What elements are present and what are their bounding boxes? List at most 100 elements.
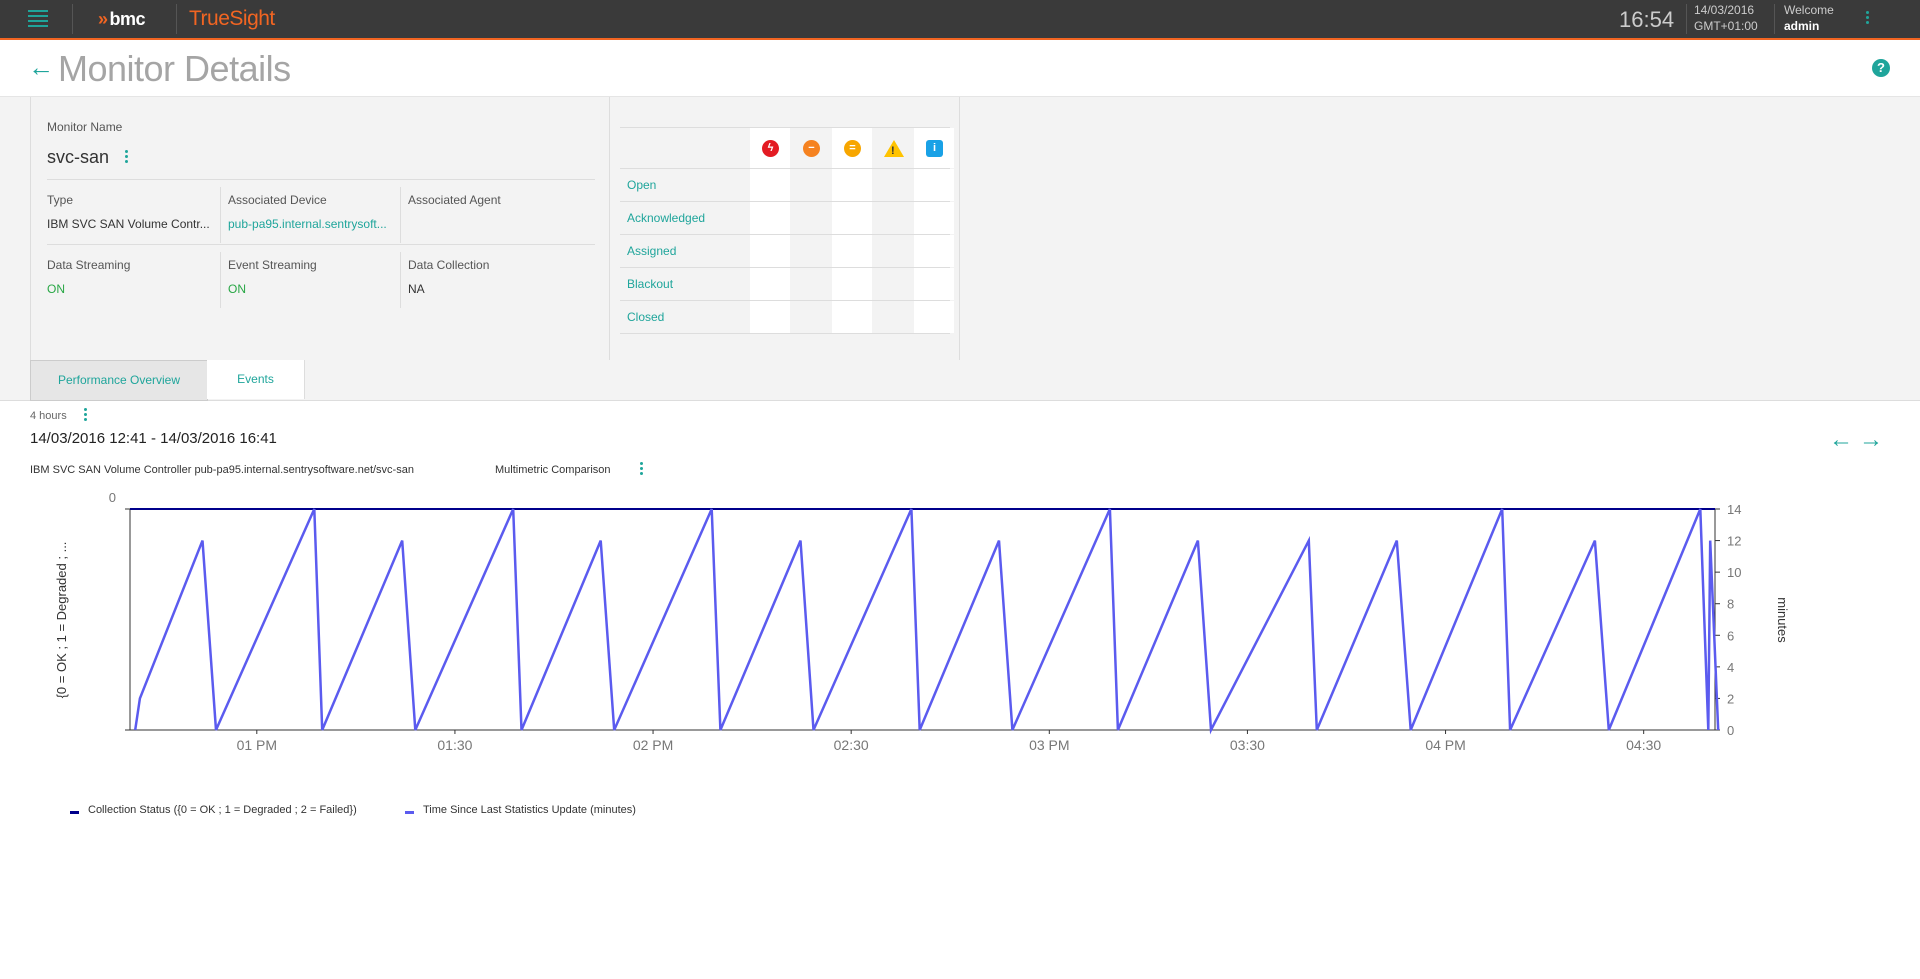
warning-icon: ! (884, 140, 904, 157)
product-name: TrueSight (189, 7, 275, 30)
divider (72, 4, 73, 34)
divider (400, 187, 401, 243)
tab-events[interactable]: Events (207, 360, 305, 399)
monitor-summary: Monitor Name svc-san Type IBM SVC SAN Vo… (0, 97, 1920, 361)
event-summary-table: ϟ − =! i Open Acknowledged Assigned Blackout Clo… (620, 127, 954, 334)
data-collection-status: NA (408, 282, 425, 296)
x-tick-label: 04:30 (1626, 737, 1661, 753)
back-arrow-icon[interactable]: ← (28, 54, 54, 80)
arrow-left-icon[interactable]: ← (1826, 428, 1856, 456)
event-streaming-field: Event Streaming ON (228, 258, 398, 318)
event-count-cell[interactable] (873, 202, 913, 234)
user-menu-kebab-icon[interactable] (1866, 11, 1870, 26)
x-tick-label: 03 PM (1029, 737, 1069, 753)
event-streaming-label: Event Streaming (228, 258, 317, 272)
date-timezone: 14/03/2016 GMT+01:00 (1694, 2, 1758, 34)
x-tick-label: 01:30 (437, 737, 472, 753)
event-row-label[interactable]: Blackout (627, 277, 673, 291)
divider (176, 4, 177, 34)
chart-source: IBM SVC SAN Volume Controller pub-pa95.i… (30, 464, 414, 476)
performance-chart: 0 {0 = OK ; 1 = Degraded ; ... 0 2 4 6 8 10 12 14… (54, 490, 1790, 753)
event-count-cell[interactable] (832, 202, 872, 234)
device-label: Associated Device (228, 193, 327, 207)
legend-label: Collection Status ({0 = OK ; 1 = Degrade… (88, 804, 357, 816)
hamburger-icon[interactable] (28, 10, 48, 28)
event-count-cell[interactable] (750, 169, 790, 201)
right-tick-label: 12 (1727, 534, 1741, 549)
event-row-label[interactable]: Acknowledged (627, 211, 705, 225)
severity-column: i (914, 128, 954, 168)
event-count-cell[interactable] (750, 235, 790, 267)
data-streaming-status: ON (47, 282, 65, 296)
current-date: 14/03/2016 (1694, 3, 1755, 17)
right-tick-label: 14 (1727, 502, 1741, 517)
right-tick-label: 10 (1727, 565, 1741, 580)
right-tick-label: 2 (1727, 691, 1734, 706)
event-count-cell[interactable] (914, 235, 954, 267)
device-link[interactable]: pub-pa95.internal.sentrysoft... (228, 217, 387, 231)
monitor-name-label: Monitor Name (47, 120, 123, 134)
event-count-cell[interactable] (873, 268, 913, 300)
event-count-cell[interactable] (873, 235, 913, 267)
event-row-blackout: Blackout (620, 267, 954, 300)
event-count-cell[interactable] (832, 301, 872, 333)
event-count-cell[interactable] (914, 268, 954, 300)
event-row-label[interactable]: Closed (627, 310, 664, 324)
user-info: Welcome admin (1784, 2, 1834, 34)
event-count-cell[interactable] (873, 301, 913, 333)
arrow-right-icon[interactable]: → (1856, 428, 1886, 456)
event-count-cell[interactable] (914, 202, 954, 234)
event-count-cell[interactable] (791, 202, 831, 234)
left-axis-title: {0 = OK ; 1 = Degraded ; ... (54, 542, 69, 699)
username: admin (1784, 19, 1820, 33)
event-count-cell[interactable] (791, 268, 831, 300)
monitor-name: svc-san (47, 147, 110, 167)
chart-mode-kebab-icon[interactable] (640, 462, 644, 477)
legend-swatch (70, 810, 79, 814)
legend-item-time-since-update[interactable]: Time Since Last Statistics Update (minut… (405, 804, 636, 816)
data-streaming-field: Data Streaming ON (47, 258, 217, 318)
time-range-label[interactable]: 4 hours (30, 410, 67, 422)
time-range-kebab-icon[interactable] (84, 408, 88, 423)
event-count-cell[interactable] (873, 169, 913, 201)
divider (620, 333, 950, 334)
event-count-cell[interactable] (750, 301, 790, 333)
event-count-cell[interactable] (750, 202, 790, 234)
top-bar: » bmc TrueSight 16:54 14/03/2016 GMT+01:0… (0, 0, 1920, 40)
severity-column: ϟ (750, 128, 790, 168)
event-count-cell[interactable] (914, 169, 954, 201)
event-row-label[interactable]: Open (627, 178, 656, 192)
event-summary-panel: ϟ − =! i Open Acknowledged Assigned Blackout Clo… (608, 97, 960, 360)
right-tick-label: 6 (1727, 628, 1734, 643)
event-count-cell[interactable] (914, 301, 954, 333)
type-value: IBM SVC SAN Volume Contr... (47, 217, 210, 231)
event-count-cell[interactable] (832, 169, 872, 201)
tab-bar: Performance Overview Events (0, 360, 1920, 401)
right-axis-title: minutes (1775, 597, 1790, 643)
x-tick-label: 02:30 (834, 737, 869, 753)
divider (1686, 4, 1687, 34)
event-row-acknowledged: Acknowledged (620, 201, 954, 234)
event-count-cell[interactable] (832, 235, 872, 267)
page-title: Monitor Details (58, 48, 291, 89)
event-row-open: Open (620, 168, 954, 201)
monitor-actions-kebab-icon[interactable] (125, 150, 129, 165)
event-count-cell[interactable] (750, 268, 790, 300)
help-icon[interactable]: ? (1872, 59, 1890, 77)
event-count-cell[interactable] (832, 268, 872, 300)
tab-performance-overview[interactable]: Performance Overview (30, 360, 208, 401)
right-tick-label: 8 (1727, 597, 1734, 612)
legend-item-collection-status[interactable]: Collection Status ({0 = OK ; 1 = Degrade… (70, 804, 357, 816)
severity-column: = (832, 128, 872, 168)
x-tick-label: 03:30 (1230, 737, 1265, 753)
event-row-closed: Closed (620, 300, 954, 333)
legend-label: Time Since Last Statistics Update (minut… (423, 804, 636, 816)
event-count-cell[interactable] (791, 301, 831, 333)
event-count-cell[interactable] (791, 169, 831, 201)
major-icon: − (803, 140, 820, 157)
divider (47, 244, 595, 245)
event-row-label[interactable]: Assigned (627, 244, 676, 258)
event-count-cell[interactable] (791, 235, 831, 267)
clock-time: 16:54 (1619, 7, 1675, 32)
right-tick-label: 0 (1727, 723, 1734, 738)
